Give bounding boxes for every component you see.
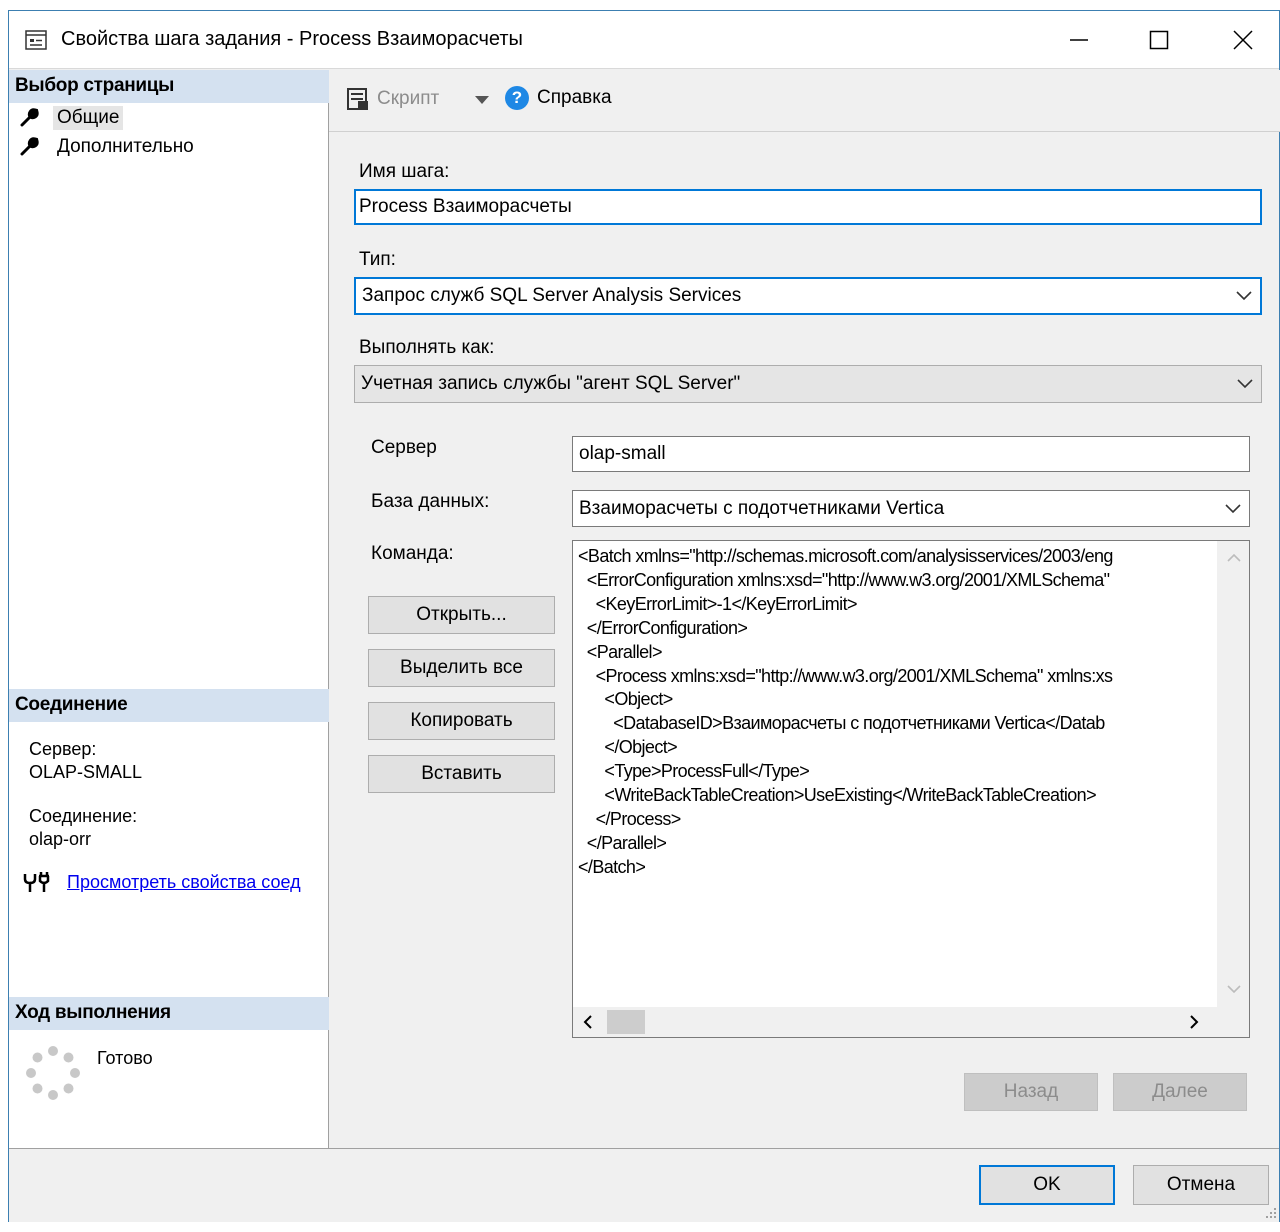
close-icon — [1233, 30, 1253, 50]
script-button[interactable]: Скрипт — [345, 86, 439, 112]
command-line: </Parallel> — [578, 832, 667, 853]
close-button[interactable] — [1203, 11, 1280, 69]
chevron-right-icon[interactable] — [1189, 1015, 1199, 1029]
type-label: Тип: — [359, 249, 396, 270]
progress-status: Готово — [97, 1048, 153, 1068]
command-text[interactable]: <Batch xmlns="http://schemas.microsoft.c… — [578, 545, 1212, 1003]
chevron-left-icon[interactable] — [583, 1015, 593, 1029]
command-line: <KeyErrorLimit>-1</KeyErrorLimit> — [578, 593, 858, 614]
maximize-icon — [1149, 30, 1169, 50]
database-label: База данных: — [371, 491, 490, 512]
ok-button[interactable]: OK — [979, 1165, 1115, 1205]
run-as-select[interactable]: Учетная запись службы "агент SQL Server" — [354, 365, 1262, 403]
maximize-button[interactable] — [1119, 11, 1199, 69]
vertical-scrollbar[interactable] — [1217, 541, 1249, 1007]
command-line: </Object> — [578, 737, 678, 758]
connection-plug-icon — [23, 872, 50, 892]
server-input[interactable]: olap-small — [572, 436, 1250, 472]
chevron-down-icon — [1236, 291, 1252, 301]
command-label: Команда: — [371, 543, 454, 564]
page-item-label: Дополнительно — [57, 136, 194, 157]
script-icon — [347, 88, 368, 110]
connection-server-value: OLAP-SMALL — [29, 762, 143, 782]
command-line: <Object> — [578, 689, 673, 710]
connection-value: olap-orr — [29, 829, 92, 849]
view-connection-properties-link[interactable]: Просмотреть свойства соед — [67, 872, 301, 893]
script-label: Скрипт — [377, 88, 440, 109]
command-line: <DatabaseID>Взаиморасчеты с подотчетника… — [578, 713, 1105, 734]
help-icon: ? — [505, 86, 529, 110]
command-line: <Batch xmlns="http://schemas.microsoft.c… — [578, 546, 1113, 566]
connection-label: Соединение: — [29, 806, 138, 826]
select-all-button[interactable]: Выделить все — [368, 649, 555, 687]
view-connection-properties: Просмотреть свойства соед — [23, 870, 329, 894]
cancel-button[interactable]: Отмена — [1133, 1165, 1269, 1205]
horizontal-scrollbar[interactable] — [573, 1007, 1249, 1037]
chevron-down-icon — [475, 96, 489, 104]
select-page-header: Выбор страницы — [9, 70, 329, 103]
database-select-value: Взаиморасчеты с подотчетниками Vertica — [579, 497, 945, 519]
copy-button[interactable]: Копировать — [368, 702, 555, 740]
type-select[interactable]: Запрос служб SQL Server Analysis Service… — [354, 277, 1262, 315]
title-bar: Свойства шага задания - Process Взаимора… — [9, 11, 1279, 69]
wrench-icon — [20, 108, 39, 127]
page-item-general[interactable]: Общие — [19, 105, 124, 131]
command-line: </Batch> — [578, 856, 646, 877]
command-line: </ErrorConfiguration> — [578, 617, 748, 638]
command-editor[interactable]: <Batch xmlns="http://schemas.microsoft.c… — [572, 540, 1250, 1038]
job-step-properties-window: Свойства шага задания - Process Взаимора… — [8, 10, 1280, 1222]
chevron-up-icon[interactable] — [1227, 553, 1241, 562]
script-dropdown-button[interactable] — [475, 96, 489, 105]
run-as-select-value: Учетная запись службы "агент SQL Server" — [361, 373, 741, 394]
command-line: </Process> — [578, 808, 682, 829]
command-line: <Parallel> — [578, 641, 663, 662]
toolbar: Скрипт ? Справка — [329, 70, 1280, 132]
step-name-label: Имя шага: — [359, 161, 450, 182]
connection-server-label: Сервер: — [29, 739, 97, 759]
type-select-value: Запрос служб SQL Server Analysis Service… — [362, 285, 742, 306]
minimize-button[interactable] — [1039, 11, 1119, 69]
minimize-icon — [1070, 39, 1088, 41]
progress-spinner-icon — [26, 1046, 80, 1100]
chevron-down-icon[interactable] — [1227, 985, 1241, 994]
step-name-input[interactable]: Process Взаиморасчеты — [354, 189, 1262, 225]
window-icon — [25, 30, 47, 50]
page-item-label: Общие — [53, 106, 124, 130]
next-button[interactable]: Далее — [1113, 1073, 1247, 1111]
left-panel: Выбор страницы Общие Дополнительно Соеди… — [9, 70, 329, 1148]
window-title: Свойства шага задания - Process Взаимора… — [61, 28, 523, 50]
help-button[interactable]: ? Справка — [505, 86, 612, 110]
progress-header: Ход выполнения — [9, 997, 329, 1030]
connection-header: Соединение — [9, 689, 329, 722]
server-label: Сервер — [371, 437, 437, 458]
back-button[interactable]: Назад — [964, 1073, 1098, 1111]
wrench-icon — [20, 137, 39, 156]
horizontal-scroll-thumb[interactable] — [607, 1010, 645, 1034]
run-as-label: Выполнять как: — [359, 337, 495, 358]
command-line: <WriteBackTableCreation>UseExisting</Wri… — [578, 785, 1096, 806]
resize-grip-icon[interactable] — [1263, 1205, 1277, 1219]
help-label: Справка — [537, 87, 612, 108]
page-item-advanced[interactable]: Дополнительно — [19, 134, 198, 160]
command-line: <Process xmlns:xsd="http://www.w3.org/20… — [578, 665, 1113, 686]
command-line: <Type>ProcessFull</Type> — [578, 761, 810, 782]
paste-button[interactable]: Вставить — [368, 755, 555, 793]
chevron-down-icon — [1225, 503, 1241, 513]
chevron-down-icon — [1237, 379, 1253, 389]
command-line: <ErrorConfiguration xmlns:xsd="http://ww… — [578, 569, 1110, 590]
database-select[interactable]: Взаиморасчеты с подотчетниками Vertica — [572, 490, 1250, 527]
open-button[interactable]: Открыть... — [368, 596, 555, 634]
